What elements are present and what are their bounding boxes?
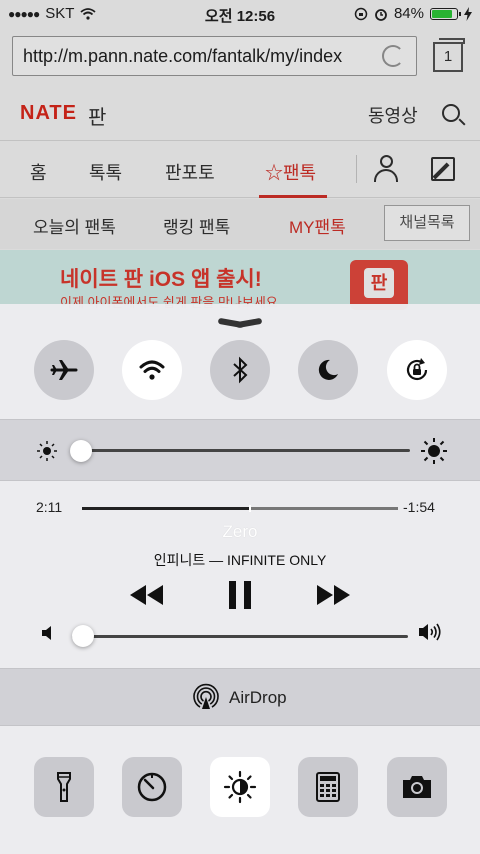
brightness-high-icon [421,438,447,464]
pause-icon [229,581,251,609]
airdrop-label: AirDrop [229,688,287,707]
fast-forward-button[interactable] [316,580,352,610]
pause-button[interactable] [228,580,252,610]
scrubber-playhead[interactable] [249,505,252,512]
grabber-chevron-icon[interactable] [216,316,264,330]
timer-icon [137,772,167,802]
music-controls: 2:11 -1:54 Zero 인피니트 — INFINITE ONLY [0,482,480,668]
calculator-icon [316,772,340,802]
brightness-slider[interactable] [70,449,410,452]
camera-button[interactable] [387,757,447,817]
calculator-button[interactable] [298,757,358,817]
control-center: 2:11 -1:54 Zero 인피니트 — INFINITE ONLY Air… [0,304,480,854]
volume-slider-thumb[interactable] [72,625,94,647]
timer-button[interactable] [122,757,182,817]
night-shift-icon [223,770,257,804]
rewind-button[interactable] [128,580,164,610]
wifi-icon [139,360,165,380]
do-not-disturb-toggle[interactable] [298,340,358,400]
brightness-low-icon [37,441,57,461]
artist-album: 인피니트 — INFINITE ONLY [153,552,327,568]
camera-icon [403,776,431,798]
airplane-icon [50,360,78,380]
brightness-row [0,419,480,481]
remaining-time: -1:54 [403,499,435,515]
bluetooth-toggle[interactable] [210,340,270,400]
flashlight-icon [57,772,71,802]
elapsed-time: 2:11 [36,499,63,515]
airdrop-icon [193,683,219,709]
volume-high-icon [419,623,441,641]
song-title: Zero [222,522,258,541]
airdrop-button[interactable]: AirDrop [0,668,480,726]
night-shift-button[interactable] [210,757,270,817]
rotation-lock-toggle[interactable] [387,340,447,400]
volume-slider[interactable] [72,635,408,638]
flashlight-button[interactable] [34,757,94,817]
airplane-mode-toggle[interactable] [34,340,94,400]
moon-icon [318,359,338,380]
rotation-lock-icon [406,358,428,381]
playback-scrubber[interactable] [82,505,398,512]
rewind-icon [130,585,163,605]
bluetooth-icon [233,356,248,384]
volume-low-icon [42,626,51,640]
wifi-toggle[interactable] [122,340,182,400]
fast-forward-icon [317,585,350,605]
brightness-slider-thumb[interactable] [70,440,92,462]
